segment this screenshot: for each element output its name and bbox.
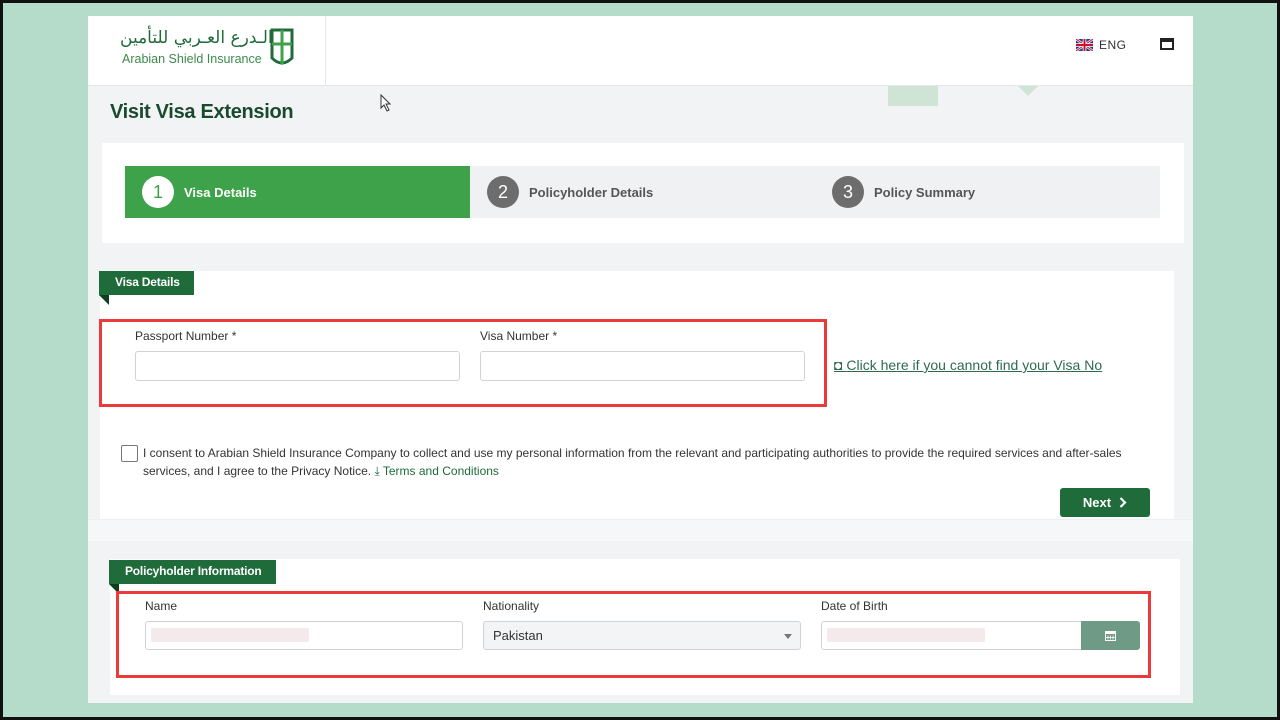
language-label: ENG (1099, 38, 1127, 52)
brand-name-arabic: الـدرع العـربي للتأمين (120, 28, 273, 48)
top-bar: الـدرع العـربي للتأمين Arabian Shield In… (88, 16, 1193, 86)
redacted-date-of-birth (827, 628, 985, 642)
step-policy-summary[interactable]: 3 Policy Summary (815, 166, 1160, 218)
window-icon[interactable] (1160, 38, 1174, 50)
policyholder-section-title: Policyholder Information (109, 560, 276, 594)
brand-name-english: Arabian Shield Insurance (122, 52, 262, 66)
date-of-birth-input[interactable] (821, 621, 1083, 650)
section-divider (88, 519, 1193, 541)
terms-link-text: Terms and Conditions (382, 464, 499, 478)
visa-help-link-text: Click here if you cannot find your Visa … (846, 357, 1103, 373)
step-number: 3 (832, 176, 864, 208)
calendar-icon (1105, 631, 1116, 641)
nationality-select[interactable]: Pakistan (483, 621, 801, 650)
passport-number-label: Passport Number * (135, 329, 237, 343)
uk-flag-icon (1076, 39, 1093, 51)
step-visa-details[interactable]: 1 Visa Details (125, 166, 470, 218)
nationality-label: Nationality (483, 599, 540, 613)
passport-number-input[interactable] (135, 351, 460, 381)
page-title: Visit Visa Extension (110, 101, 294, 123)
consent-text-block: I consent to Arabian Shield Insurance Co… (143, 444, 1143, 480)
step-label: Policyholder Details (529, 184, 654, 200)
name-input[interactable] (145, 621, 463, 650)
step-label: Visa Details (184, 184, 257, 200)
nationality-value: Pakistan (493, 628, 543, 643)
consent-text: I consent to Arabian Shield Insurance Co… (143, 446, 1122, 478)
step-label: Policy Summary (874, 184, 976, 200)
visa-number-input[interactable] (480, 351, 805, 381)
next-button-label: Next (1082, 495, 1112, 510)
chevron-right-icon (1119, 497, 1127, 508)
link-bullet-icon: ◘ (834, 357, 847, 373)
terms-link[interactable]: ⤓ Terms and Conditions (374, 464, 498, 478)
step-policyholder-details[interactable]: 2 Policyholder Details (470, 166, 815, 218)
shield-logo-icon (270, 28, 294, 65)
consent-checkbox[interactable] (121, 445, 138, 462)
mouse-cursor-icon (380, 94, 392, 112)
language-selector[interactable]: ENG (1076, 38, 1127, 52)
name-label: Name (145, 599, 178, 613)
visa-help-link[interactable]: ◘ Click here if you cannot find your Vis… (834, 357, 1102, 373)
brand-logo[interactable]: الـدرع العـربي للتأمين Arabian Shield In… (88, 16, 326, 86)
next-button[interactable]: Next (1060, 488, 1150, 517)
date-of-birth-label: Date of Birth (821, 599, 888, 613)
app-page: الـدرع العـربي للتأمين Arabian Shield In… (88, 16, 1193, 703)
stepper-card: 1 Visa Details 2 Policyholder Details 3 … (102, 143, 1184, 243)
download-icon: ⤓ (374, 464, 383, 478)
step-number: 2 (487, 176, 519, 208)
redacted-name (151, 628, 309, 642)
step-number: 1 (142, 176, 174, 208)
stepper: 1 Visa Details 2 Policyholder Details 3 … (125, 166, 1160, 218)
visa-number-label: Visa Number * (480, 329, 558, 343)
visa-details-section-title: Visa Details (99, 271, 194, 305)
caret-down-icon (784, 634, 792, 639)
calendar-button[interactable] (1081, 621, 1140, 650)
